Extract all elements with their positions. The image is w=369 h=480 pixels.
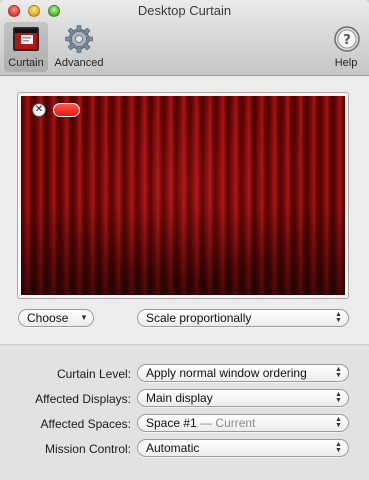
- toolbar-help-button[interactable]: ? Help: [330, 22, 362, 69]
- affected-displays-popup[interactable]: Main display ▲ ▼: [137, 389, 349, 407]
- popup-arrows-icon: ▲ ▼: [335, 416, 342, 429]
- curtain-toggle-indicator[interactable]: [53, 103, 80, 117]
- affected-displays-value: Main display: [146, 391, 213, 405]
- affected-spaces-label: Affected Spaces:: [40, 417, 131, 431]
- popup-arrows-icon: ▲ ▼: [335, 311, 342, 324]
- app-window: Desktop Curtain Curtain Advanced ? Help …: [0, 0, 369, 480]
- gear-icon: [62, 22, 96, 56]
- toolbar-help-label: Help: [334, 57, 358, 69]
- choose-popup[interactable]: Choose ▼: [18, 309, 94, 327]
- toolbar-curtain-label: Curtain: [8, 57, 44, 69]
- help-icon: ?: [330, 22, 364, 56]
- curtain-level-label: Curtain Level:: [56, 367, 131, 381]
- popup-arrows-icon: ▲ ▼: [335, 366, 342, 379]
- toolbar-curtain-tab[interactable]: Curtain: [4, 22, 48, 72]
- close-icon[interactable]: ✕: [32, 103, 46, 117]
- toolbar-advanced-label: Advanced: [54, 57, 104, 69]
- scale-popup-value: Scale proportionally: [146, 311, 252, 325]
- popup-arrows-icon: ▲ ▼: [335, 391, 342, 404]
- curtain-icon: [9, 22, 43, 56]
- affected-spaces-popup[interactable]: Space #1 — Current ▲ ▼: [137, 414, 349, 432]
- affected-spaces-note: — Current: [200, 416, 256, 430]
- affected-spaces-value: Space #1: [146, 416, 197, 430]
- mission-control-label: Mission Control:: [44, 442, 131, 456]
- window-title: Desktop Curtain: [137, 3, 232, 18]
- curtain-image: ✕: [21, 96, 345, 295]
- choose-popup-value: Choose: [27, 311, 69, 325]
- popup-arrows-icon: ▲ ▼: [335, 441, 342, 454]
- curtain-preview: ✕: [17, 92, 349, 299]
- mission-control-popup[interactable]: Automatic ▲ ▼: [137, 439, 349, 457]
- help-glyph: ?: [343, 33, 351, 48]
- title-toolbar: Desktop Curtain Curtain Advanced ? Help: [0, 0, 369, 76]
- affected-displays-label: Affected Displays:: [35, 392, 131, 406]
- toolbar-advanced-tab[interactable]: Advanced: [54, 22, 104, 69]
- chevron-down-icon: ▼: [80, 313, 88, 322]
- curtain-level-popup[interactable]: Apply normal window ordering ▲ ▼: [137, 364, 349, 382]
- mission-control-value: Automatic: [146, 441, 200, 455]
- scale-popup[interactable]: Scale proportionally ▲ ▼: [137, 309, 349, 327]
- curtain-level-value: Apply normal window ordering: [146, 366, 307, 380]
